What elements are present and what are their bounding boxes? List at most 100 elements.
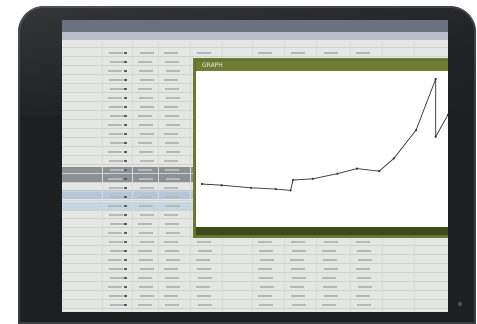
data-point: [311, 177, 314, 180]
row-marker: [124, 304, 127, 306]
cell-value: [139, 178, 153, 180]
cell-value: [139, 97, 153, 99]
cell-value: [138, 115, 152, 117]
cell-value: [197, 295, 211, 297]
row-marker: [124, 124, 127, 126]
row-marker: [124, 61, 127, 63]
cell-value: [166, 124, 180, 126]
cell-value: [198, 277, 212, 279]
row-marker: [124, 250, 127, 252]
grid-row-line: [62, 245, 448, 246]
cell-value: [110, 277, 124, 279]
graph-window-title: GRAPH: [202, 62, 223, 69]
grid-row-line: [62, 263, 448, 264]
cell-value: [110, 250, 124, 252]
cell-value: [258, 295, 272, 297]
grid-row-line: [62, 308, 448, 309]
cell-value: [110, 142, 124, 144]
cell-value: [140, 79, 154, 81]
cell-value: [140, 187, 154, 189]
row-marker: [124, 187, 127, 189]
row-marker: [124, 133, 127, 135]
cell-value: [139, 259, 153, 261]
cell-value: [259, 277, 273, 279]
cell-value: [260, 286, 274, 288]
row-marker: [124, 79, 127, 81]
cell-value: [108, 124, 122, 126]
data-point: [289, 189, 292, 192]
data-point: [291, 179, 295, 182]
cell-value: [356, 295, 370, 297]
cell-value: [139, 232, 153, 234]
cell-value: [198, 250, 212, 252]
cell-value: [259, 304, 273, 306]
cell-value: [108, 70, 122, 72]
row-marker: [124, 259, 127, 261]
grid-column-line: [158, 40, 159, 312]
graph-window-header[interactable]: GRAPH: [196, 61, 448, 71]
cell-value: [110, 61, 124, 63]
photo-stage: GRAPH: [0, 0, 477, 324]
cell-value: [260, 259, 274, 261]
cell-value: [357, 250, 371, 252]
cell-value: [138, 169, 152, 171]
data-point: [434, 77, 437, 81]
row-marker: [124, 52, 127, 54]
cell-value: [109, 241, 123, 243]
row-marker: [124, 241, 127, 243]
row-marker: [124, 97, 127, 99]
cell-value: [138, 277, 152, 279]
menu-bar[interactable]: [62, 32, 448, 40]
cell-value: [138, 61, 152, 63]
graph-window[interactable]: GRAPH: [195, 60, 448, 236]
cell-value: [139, 124, 153, 126]
cell-value: [290, 286, 304, 288]
cell-value: [108, 97, 122, 99]
cell-value: [358, 286, 372, 288]
cell-value: [110, 115, 124, 117]
cell-value: [164, 52, 178, 54]
cell-value: [109, 295, 123, 297]
row-marker: [124, 178, 127, 180]
cell-value: [110, 169, 124, 171]
cell-value: [164, 133, 178, 135]
cell-value: [165, 277, 179, 279]
cell-value: [164, 187, 178, 189]
cell-value: [108, 151, 122, 153]
cell-value: [290, 259, 304, 261]
cell-value: [358, 259, 372, 261]
grid-row-line: [62, 290, 448, 291]
cell-value: [197, 268, 211, 270]
cell-value: [140, 241, 154, 243]
cell-value: [164, 160, 178, 162]
grid-row-line: [62, 272, 448, 273]
data-point: [336, 172, 339, 175]
cell-value: [292, 277, 306, 279]
row-marker: [124, 169, 127, 171]
cell-value: [108, 286, 122, 288]
cell-value: [258, 52, 272, 54]
cell-value: [164, 295, 178, 297]
row-marker: [124, 115, 127, 117]
data-point: [355, 167, 359, 170]
cell-value: [197, 52, 211, 54]
cell-value: [165, 61, 179, 63]
cell-value: [356, 268, 370, 270]
cell-value: [108, 205, 122, 207]
cell-value: [110, 196, 124, 198]
grid-column-line: [102, 40, 103, 312]
cell-value: [110, 304, 124, 306]
cell-value: [356, 52, 370, 54]
row-marker: [124, 142, 127, 144]
cell-value: [166, 259, 180, 261]
cell-value: [140, 268, 154, 270]
cell-value: [166, 232, 180, 234]
grid-column-line: [190, 40, 191, 312]
cell-value: [166, 70, 180, 72]
cell-value: [291, 268, 305, 270]
series-line: [201, 78, 448, 191]
cell-value: [139, 286, 153, 288]
data-point: [200, 182, 204, 186]
home-sensor-icon: [458, 302, 462, 306]
cell-value: [109, 52, 123, 54]
